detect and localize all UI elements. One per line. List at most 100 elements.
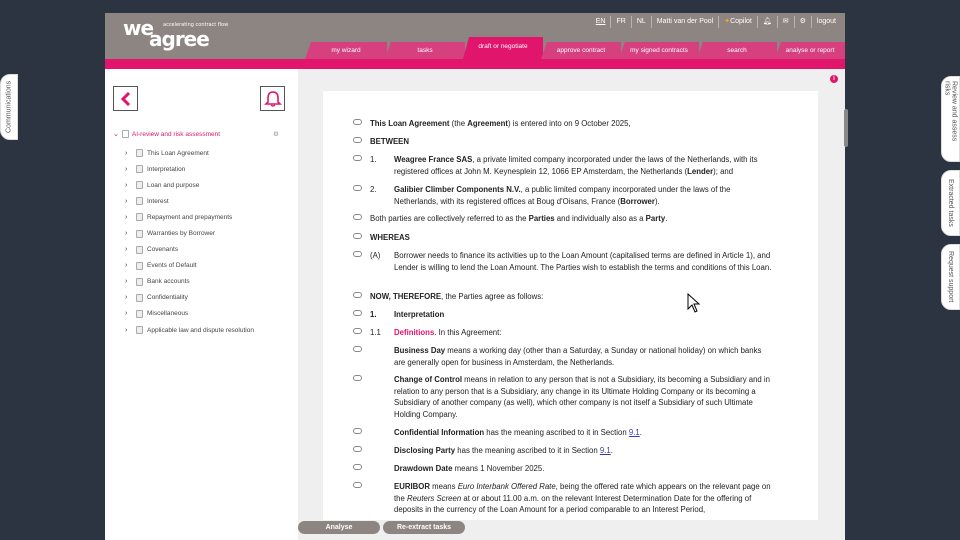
doc-text: ).: [654, 196, 660, 206]
left-panel: ⌄ AI-review and risk assessment ⚙ › This …: [105, 69, 298, 540]
comment-icon[interactable]: [353, 482, 362, 488]
tree-item[interactable]: › Interpretation: [113, 161, 279, 177]
gear-icon[interactable]: ⚙: [273, 130, 279, 138]
tree-item[interactable]: › Interest: [113, 193, 279, 209]
section-heading: Interpretation: [394, 310, 445, 319]
tree-item[interactable]: › This Loan Agreement: [113, 145, 279, 161]
main-nav: my wizard tasks draft or negotiate appro…: [305, 37, 845, 59]
document-icon: [136, 261, 143, 270]
doc-text: has the meaning ascribed to it in Sectio…: [455, 446, 600, 455]
document-icon: [136, 213, 143, 222]
alert-button[interactable]: [260, 86, 285, 111]
tree-item[interactable]: › Applicable law and dispute resolution: [113, 322, 279, 338]
doc-text: Weagree France SAS: [394, 155, 473, 164]
comment-icon[interactable]: [353, 464, 362, 470]
comment-icon[interactable]: [353, 185, 362, 191]
info-icon[interactable]: i: [830, 75, 838, 83]
comment-icon[interactable]: [353, 375, 362, 381]
copilot-label: Copilot: [730, 18, 752, 25]
tree-item[interactable]: › Miscellaneous: [113, 306, 279, 322]
lang-nl[interactable]: NL: [630, 16, 651, 28]
comment-icon[interactable]: [353, 328, 362, 334]
tab-analyse-or-report[interactable]: analyse or report: [775, 42, 845, 59]
comment-icon[interactable]: [353, 119, 362, 125]
doc-text: WHEREAS: [370, 233, 410, 242]
tab-my-wizard[interactable]: my wizard: [305, 42, 387, 59]
gear-icon[interactable]: ⚙: [793, 16, 811, 28]
tab-tasks[interactable]: tasks: [385, 42, 465, 59]
tree-item[interactable]: › Confidentiality: [113, 290, 279, 306]
comment-icon[interactable]: [353, 233, 362, 239]
tree-item-label: Events of Default: [147, 262, 197, 270]
comment-icon[interactable]: [353, 137, 362, 143]
document-icon: [121, 130, 129, 138]
doc-text: Change of Control: [394, 375, 462, 384]
lang-fr[interactable]: FR: [610, 16, 630, 28]
extracted-tasks-side-tab[interactable]: Extracted tasks: [941, 170, 960, 236]
doc-text: .: [665, 214, 668, 223]
request-support-side-tab[interactable]: Request support: [941, 244, 960, 310]
comment-icon[interactable]: [353, 446, 362, 452]
document-page: This Loan Agreement (the Agreement) is e…: [323, 91, 818, 520]
section-link[interactable]: 9.1: [600, 446, 611, 455]
tab-draft-or-negotiate[interactable]: draft or negotiate: [463, 37, 543, 59]
doc-number: (A): [370, 251, 381, 260]
comment-icon[interactable]: [353, 214, 362, 220]
reextract-tasks-button[interactable]: Re-extract tasks: [383, 521, 465, 534]
tree-item[interactable]: › Warranties by Borrower: [113, 225, 279, 241]
review-risks-side-tab[interactable]: Review and assess risks: [941, 76, 960, 162]
lang-en[interactable]: EN: [591, 16, 611, 28]
chevron-right-icon: ›: [125, 181, 128, 189]
doc-text: . In this Agreement:: [434, 328, 502, 337]
copilot-button[interactable]: ✦Copilot: [718, 16, 757, 28]
tree-item[interactable]: › Covenants: [113, 242, 279, 258]
chevron-right-icon: ›: [125, 310, 128, 318]
document-icon: [136, 229, 143, 238]
section-link[interactable]: 9.1: [629, 428, 640, 437]
chevron-right-icon: ›: [125, 294, 128, 302]
tab-my-signed-contracts[interactable]: my signed contracts: [619, 42, 699, 59]
doc-text: Parties: [528, 214, 555, 223]
tree-item-label: This Loan Agreement: [147, 149, 209, 157]
comment-icon[interactable]: [353, 346, 362, 352]
user-name[interactable]: Matti van der Pool: [650, 16, 718, 28]
comment-icon[interactable]: [353, 292, 362, 298]
doc-text: EURIBOR: [394, 482, 430, 491]
communications-side-tab[interactable]: Communications: [0, 74, 18, 140]
chevron-right-icon: ›: [125, 197, 128, 205]
doc-text: and individually also as a: [554, 214, 646, 223]
comment-icon[interactable]: [353, 251, 362, 257]
comment-icon[interactable]: [353, 310, 362, 316]
tree-item-label: Applicable law and dispute resolution: [147, 326, 254, 334]
tree-item[interactable]: › Bank accounts: [113, 274, 279, 290]
tree-item-label: Miscellaneous: [147, 310, 189, 318]
doc-text: BETWEEN: [370, 137, 409, 146]
doc-text: This Loan Agreement: [370, 119, 450, 128]
logout-link[interactable]: logout: [810, 16, 841, 28]
tab-search[interactable]: search: [697, 42, 777, 59]
document-icon: [136, 197, 143, 206]
tree-item-label: Interpretation: [147, 165, 186, 173]
tree-item[interactable]: › Repayment and prepayments: [113, 209, 279, 225]
tree-root-label: AI-review and risk assessment: [131, 130, 221, 138]
analyse-button[interactable]: Analyse: [298, 521, 380, 534]
bell-icon[interactable]: 🔔︎: [756, 16, 777, 28]
chevron-right-icon: ›: [125, 278, 128, 286]
logo-tagline: accelerating contract flow: [163, 22, 229, 28]
tree-item-label: Covenants: [147, 246, 179, 254]
comment-icon[interactable]: [353, 155, 362, 161]
back-button[interactable]: [113, 86, 138, 111]
mail-icon[interactable]: ✉: [776, 16, 794, 28]
tab-approve-contract[interactable]: approve contract: [541, 42, 621, 59]
tree-item[interactable]: › Events of Default: [113, 258, 279, 274]
doc-text: has the meaning ascribed to it in Sectio…: [484, 428, 629, 437]
tree-item[interactable]: › Loan and purpose: [113, 177, 279, 193]
doc-text: ) is entered into on 9 October 2025,: [507, 119, 631, 128]
doc-number: 2.: [370, 185, 377, 194]
comment-icon[interactable]: [353, 428, 362, 434]
document-area: This Loan Agreement (the Agreement) is e…: [298, 69, 848, 540]
weagree-logo[interactable]: we agree accelerating contract flow: [123, 18, 228, 49]
mouse-cursor-icon: [687, 293, 701, 313]
scrollbar[interactable]: [844, 109, 848, 147]
tree-root[interactable]: ⌄ AI-review and risk assessment ⚙: [113, 130, 279, 138]
